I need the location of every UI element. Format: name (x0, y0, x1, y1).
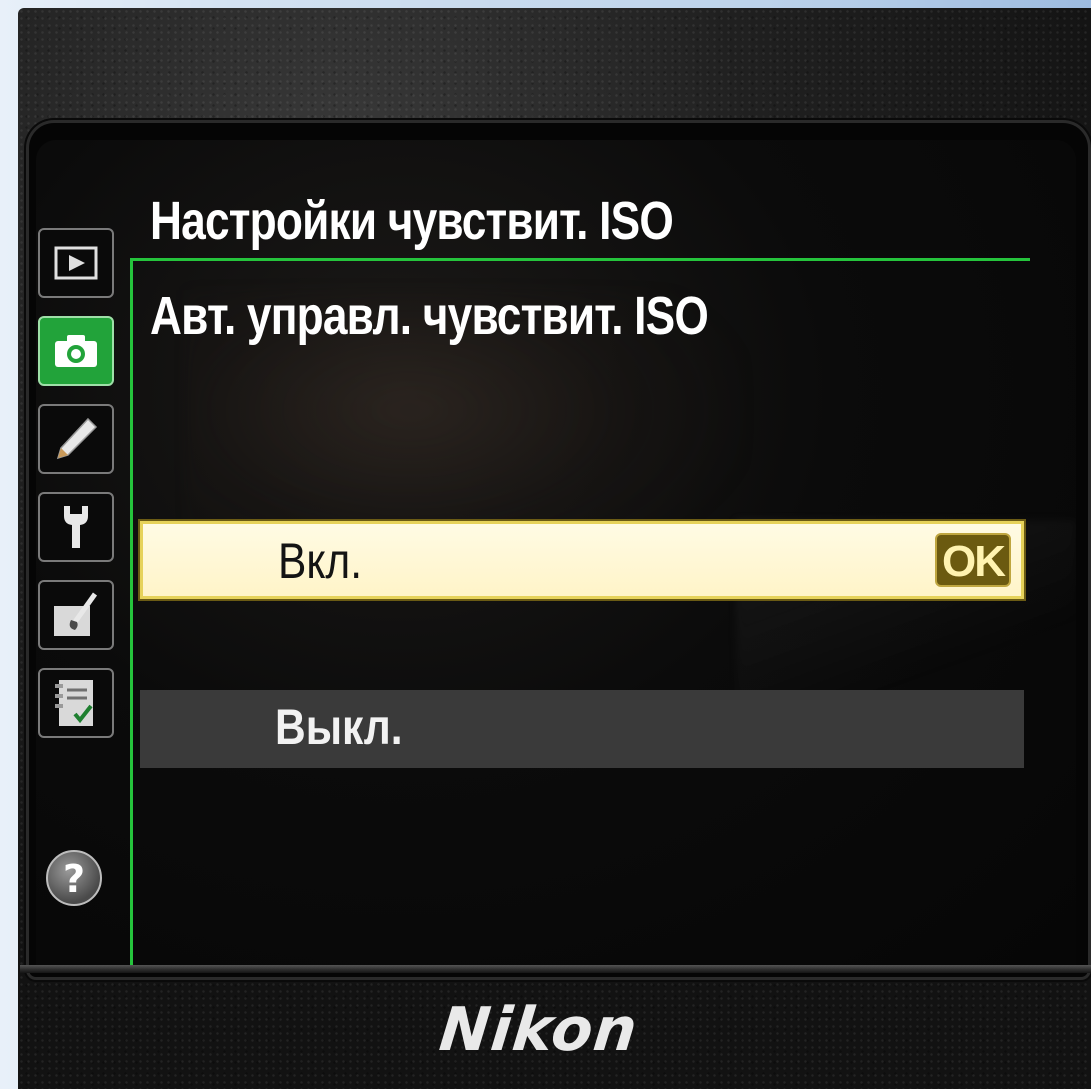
option-on[interactable]: Вкл. OK (140, 521, 1024, 599)
help-icon[interactable]: ? (46, 850, 102, 906)
pencil-icon (52, 415, 100, 463)
camera-icon (52, 332, 100, 370)
menu-title: Настройки чувствит. ISO (150, 191, 674, 251)
option-off-label: Выкл. (275, 699, 403, 755)
wrench-icon (56, 502, 96, 552)
option-on-label: Вкл. (278, 533, 363, 589)
tab-setup[interactable] (38, 492, 114, 562)
brush-icon (51, 590, 101, 640)
tab-playback[interactable] (38, 228, 114, 298)
brand-logo: Nikon (436, 995, 642, 1065)
play-icon (54, 246, 98, 280)
bezel-edge (20, 965, 1091, 973)
ok-button-icon[interactable]: OK (935, 533, 1011, 587)
menu-tabs (38, 228, 118, 768)
tab-retouch[interactable] (38, 580, 114, 650)
checklist-icon (53, 676, 99, 730)
tab-shooting[interactable] (38, 316, 114, 386)
tab-custom-settings[interactable] (38, 404, 114, 474)
setting-title: Авт. управл. чувствит. ISO (150, 286, 709, 346)
menu-frame-top (130, 258, 1030, 261)
option-off[interactable]: Выкл. (140, 690, 1024, 768)
menu-frame-left (130, 258, 133, 968)
tab-recent-settings[interactable] (38, 668, 114, 738)
